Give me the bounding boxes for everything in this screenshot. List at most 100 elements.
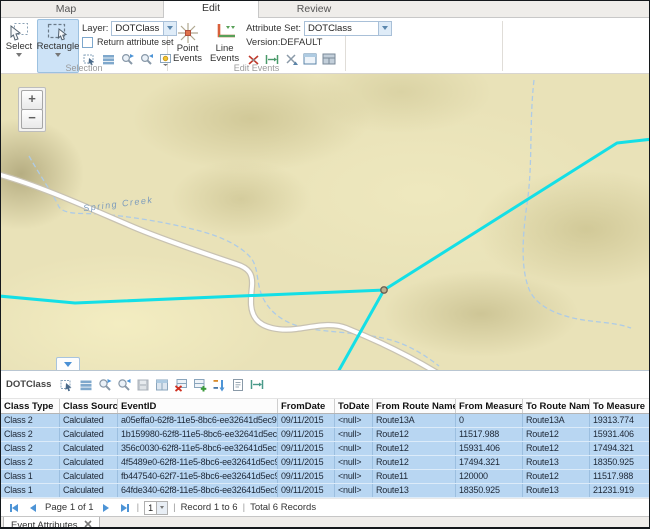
table-cell: 15931.406 [590, 428, 650, 442]
table-cell: <null> [335, 442, 373, 456]
return-attribute-set-checkbox[interactable] [82, 37, 93, 48]
table-cell: Route13 [523, 456, 590, 470]
column-header[interactable]: To Measure [590, 399, 650, 414]
table-cell: 09/11/2015 [278, 428, 335, 442]
event-attributes-panel: DOTClass [1, 370, 649, 516]
table-row[interactable]: Class 1Calculatedfb447540-62f7-11e5-8bc6… [1, 470, 650, 484]
table-row[interactable]: Class 2Calculated356c0030-62f8-11e5-8bc6… [1, 442, 650, 456]
ribbon-body: Select Rectangle Layer: DOTClass [1, 18, 649, 74]
table-cell: Route11 [373, 470, 456, 484]
table-cell: <null> [335, 414, 373, 428]
rectangle-dropdown-caret-icon[interactable] [55, 53, 61, 57]
rectangle-tool-icon [46, 22, 70, 42]
close-tab-icon[interactable] [84, 520, 92, 529]
table-toolbar: DOTClass [1, 371, 649, 399]
table-cell: Class 1 [1, 484, 60, 498]
table-row[interactable]: Class 1Calculated64fde340-62f8-11e5-8bc6… [1, 484, 650, 498]
table-header-row: Class TypeClass SourceEventIDFromDateToD… [1, 399, 650, 414]
table-cell: Calculated [60, 442, 118, 456]
attribute-set-combobox[interactable]: DOTClass [304, 21, 392, 36]
record-range-text: Record 1 to 6 [181, 502, 238, 513]
table-row[interactable]: Class 2Calculateda05effa0-62f8-11e5-8bc6… [1, 414, 650, 428]
save-edits-icon[interactable] [135, 377, 150, 392]
total-records-text: Total 6 Records [250, 502, 316, 513]
tab-event-attributes[interactable]: Event Attributes [3, 517, 100, 529]
attribute-set-dropdown-button[interactable] [378, 22, 391, 35]
table-cell: Route12 [373, 428, 456, 442]
table-cell: 09/11/2015 [278, 414, 335, 428]
group-separator [502, 21, 503, 71]
bottom-tabstrip: Event Attributes [1, 516, 649, 529]
map-features [1, 74, 649, 370]
column-header[interactable]: From Route Name [373, 399, 456, 414]
table-cell: 09/11/2015 [278, 456, 335, 470]
table-row[interactable]: Class 2Calculated4f5489e0-62f8-11e5-8bc6… [1, 456, 650, 470]
table-cell: 64fde340-62f8-11e5-8bc6-ee32641d5ec9 [118, 484, 278, 498]
version-label: Version:DEFAULT [246, 37, 322, 48]
column-header[interactable]: EventID [118, 399, 278, 414]
tab-edit[interactable]: Edit [163, 0, 259, 18]
zoom-out-button[interactable]: − [21, 109, 43, 129]
first-page-button[interactable] [7, 502, 21, 514]
last-page-button[interactable] [118, 502, 132, 514]
page-number-dropdown-button[interactable] [156, 502, 167, 514]
table-cell: 09/11/2015 [278, 470, 335, 484]
table-cell: Class 2 [1, 442, 60, 456]
table-cell: <null> [335, 470, 373, 484]
page-number-combobox[interactable]: 1 [144, 501, 168, 515]
attribute-table: Class TypeClass SourceEventIDFromDateToD… [1, 399, 650, 498]
table-cell: Calculated [60, 484, 118, 498]
notes-icon[interactable] [230, 377, 245, 392]
table-cell: Class 1 [1, 470, 60, 484]
column-header[interactable]: From Measure [456, 399, 523, 414]
table-cell: 09/11/2015 [278, 484, 335, 498]
creek-right [523, 80, 631, 328]
attribute-set-label: Attribute Set: [246, 23, 301, 34]
table-cell: 17494.321 [456, 456, 523, 470]
table-cell: 4f5489e0-62f8-11e5-8bc6-ee32641d5ec9 [118, 456, 278, 470]
panel-collapse-handle[interactable] [56, 357, 80, 370]
table-cell: Route13 [373, 484, 456, 498]
selection-list-icon[interactable] [78, 377, 93, 392]
table-cell: Class 2 [1, 428, 60, 442]
table-cell: 120000 [456, 470, 523, 484]
tab-map[interactable]: Map [19, 1, 113, 17]
table-layer-title: DOTClass [6, 379, 51, 390]
collapse-arrow-icon [64, 362, 72, 367]
table-cell: 0 [456, 414, 523, 428]
column-header[interactable]: Class Source [60, 399, 118, 414]
select-features-icon[interactable] [59, 377, 74, 392]
next-page-button[interactable] [99, 502, 113, 514]
delete-records-icon[interactable] [173, 377, 188, 392]
tab-review[interactable]: Review [267, 1, 361, 17]
column-header[interactable]: To Route Name [523, 399, 590, 414]
sort-records-icon[interactable] [211, 377, 226, 392]
zoom-to-selection-icon[interactable] [97, 377, 112, 392]
route-event-west [1, 290, 384, 303]
table-cell: Route13A [373, 414, 456, 428]
ribbon-tabstrip: Map Edit Review [1, 1, 649, 18]
column-header[interactable]: FromDate [278, 399, 335, 414]
table-cell: Route12 [373, 442, 456, 456]
map-canvas[interactable]: Spring Creek + − [1, 74, 649, 370]
previous-page-button[interactable] [26, 502, 40, 514]
attribute-window-icon[interactable] [154, 377, 169, 392]
pan-to-selection-icon[interactable] [116, 377, 131, 392]
line-events-icon [213, 22, 237, 44]
table-cell: 17494.321 [590, 442, 650, 456]
column-header[interactable]: Class Type [1, 399, 60, 414]
table-cell: 356c0030-62f8-11e5-8bc6-ee32641d5ec9 [118, 442, 278, 456]
table-cell: Route12 [523, 470, 590, 484]
route-junction-vertex [381, 287, 387, 293]
add-records-icon[interactable] [192, 377, 207, 392]
page-text: Page 1 of 1 [45, 502, 94, 513]
pager-separator: | [137, 502, 139, 513]
layer-label: Layer: [82, 23, 108, 34]
point-events-icon [176, 22, 200, 44]
select-dropdown-caret-icon[interactable] [16, 53, 22, 57]
table-cell: a05effa0-62f8-11e5-8bc6-ee32641d5ec9 [118, 414, 278, 428]
edit-measures-icon[interactable] [249, 377, 264, 392]
column-header[interactable]: ToDate [335, 399, 373, 414]
zoom-in-button[interactable]: + [21, 90, 43, 110]
table-row[interactable]: Class 2Calculated1b159980-62f8-11e5-8bc6… [1, 428, 650, 442]
